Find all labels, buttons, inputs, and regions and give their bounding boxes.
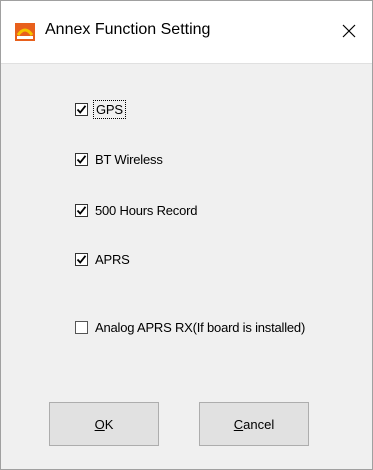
- gps-label: GPS: [93, 99, 126, 119]
- analog-aprs-rx-label: Analog APRS RX(If board is installed): [95, 319, 306, 335]
- 500-hours-record-label: 500 Hours Record: [95, 202, 198, 218]
- aprs-checkbox[interactable]: [75, 252, 88, 266]
- ok-button[interactable]: OK: [49, 402, 159, 446]
- option-aprs[interactable]: APRS: [75, 249, 130, 269]
- close-icon: [342, 24, 356, 38]
- 500-hours-record-checkbox[interactable]: [75, 203, 88, 217]
- option-bt-wireless[interactable]: BT Wireless: [75, 149, 163, 169]
- close-button[interactable]: [331, 13, 367, 49]
- analog-aprs-rx-checkbox[interactable]: [75, 320, 88, 334]
- title-bar: Annex Function Setting: [1, 1, 372, 64]
- window-title: Annex Function Setting: [45, 21, 211, 38]
- bt-wireless-checkbox[interactable]: [75, 152, 88, 166]
- ok-mnemonic: O: [94, 416, 105, 432]
- bt-wireless-label: BT Wireless: [95, 151, 163, 167]
- option-analog-aprs-rx[interactable]: Analog APRS RX(If board is installed): [75, 317, 305, 337]
- ok-label-rest: K: [104, 416, 114, 432]
- cancel-label-rest: ancel: [243, 416, 275, 432]
- cancel-mnemonic: C: [233, 416, 244, 432]
- aprs-label: APRS: [95, 251, 130, 267]
- option-500-hours-record[interactable]: 500 Hours Record: [75, 200, 198, 220]
- cancel-button[interactable]: Cancel: [199, 402, 309, 446]
- annex-function-setting-dialog: Annex Function Setting GPS BT Wireless 5…: [0, 0, 373, 470]
- option-gps[interactable]: GPS: [75, 99, 126, 119]
- gps-checkbox[interactable]: [75, 102, 88, 116]
- app-logo-icon: [15, 23, 35, 41]
